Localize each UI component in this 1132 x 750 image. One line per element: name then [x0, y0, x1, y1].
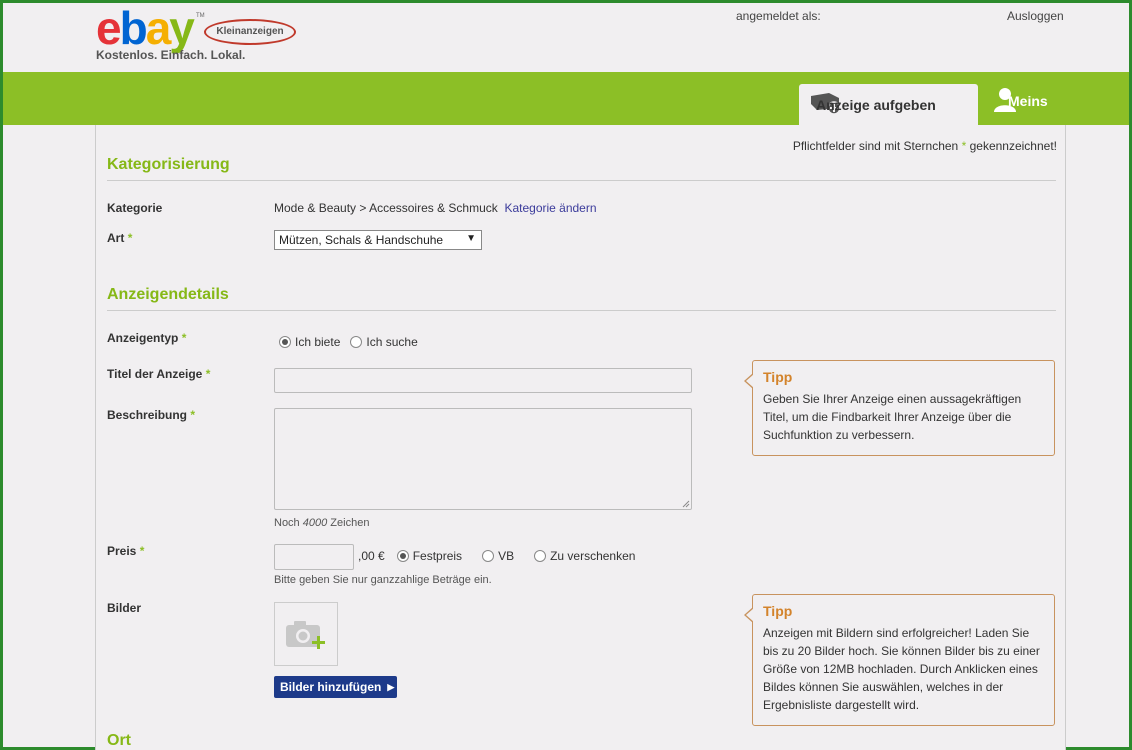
ebay-wordmark: ebay [96, 2, 195, 54]
tab-post-ad-label: Anzeige aufgeben [816, 96, 936, 113]
price-hint: Bitte geben Sie nur ganzzahlige Beträge … [274, 574, 492, 586]
radio-give-away[interactable] [534, 550, 547, 562]
description-textarea[interactable] [274, 408, 692, 510]
tab-meins-label: Meins [1008, 93, 1048, 109]
radio-offer[interactable] [279, 336, 291, 348]
ebay-kleinanzeigen-logo[interactable]: ebay TM Kleinanzeigen [96, 2, 306, 54]
tab-post-ad[interactable]: Anzeige aufgeben [799, 84, 978, 125]
section-location-title: Ort [107, 732, 131, 749]
logout-link[interactable]: Ausloggen [1007, 9, 1064, 23]
divider [107, 310, 1056, 311]
adtype-options: Ich biete Ich suche [279, 335, 418, 349]
logged-in-label: angemeldet als: [736, 9, 821, 23]
category-label: Kategorie [107, 201, 163, 215]
price-label: Preis * [107, 544, 145, 558]
radio-fixed-price[interactable] [396, 550, 409, 562]
camera-add-icon [286, 621, 325, 649]
chevron-down-icon: ▼ [466, 233, 476, 244]
category-path: Mode & Beauty > Accessoires & Schmuck Ka… [274, 201, 597, 215]
adtype-label: Anzeigentyp * [107, 331, 187, 345]
chars-remaining: Noch 4000 Zeichen [274, 517, 370, 529]
tip-title: Tipp Geben Sie Ihrer Anzeige einen aussa… [744, 360, 1055, 456]
tip-images: Tipp Anzeigen mit Bildern sind erfolgrei… [744, 594, 1055, 726]
image-upload-box[interactable] [274, 602, 338, 666]
title-label: Titel der Anzeige * [107, 367, 211, 381]
resize-handle-icon[interactable] [682, 500, 690, 508]
add-images-button[interactable]: Bilder hinzufügen ▶ [274, 676, 397, 698]
header: ebay TM Kleinanzeigen Kostenlos. Einfach… [3, 2, 1129, 72]
nav-bar: Anzeige aufgeben Meins [3, 72, 1129, 125]
title-input[interactable] [274, 368, 692, 393]
arrow-right-icon: ▶ [387, 681, 395, 692]
change-category-link[interactable]: Kategorie ändern [504, 201, 596, 215]
price-options: ,00 € Festpreis VB Zu verschenken [358, 549, 636, 563]
type-label: Art * [107, 231, 133, 245]
tip-text: Geben Sie Ihrer Anzeige einen aussagekrä… [763, 392, 1022, 442]
tip-text: Anzeigen mit Bildern sind erfolgreicher!… [763, 626, 1040, 712]
tip-heading: Tipp [763, 369, 793, 385]
tab-meins[interactable]: Meins [993, 86, 1048, 116]
section-categorization-title: Kategorisierung [107, 156, 230, 173]
required-fields-note: Pflichtfelder sind mit Sternchen * geken… [792, 139, 1057, 153]
price-input[interactable] [274, 544, 354, 570]
kleinanzeigen-badge: Kleinanzeigen [204, 19, 296, 45]
radio-vb[interactable] [482, 550, 495, 562]
description-label: Beschreibung * [107, 408, 196, 422]
price-suffix: ,00 € [358, 549, 385, 563]
images-label: Bilder [107, 601, 142, 615]
section-details-title: Anzeigendetails [107, 286, 229, 303]
type-select[interactable]: Mützen, Schals & Handschuhe ▼ [274, 230, 482, 250]
tip-heading: Tipp [763, 603, 793, 619]
tagline: Kostenlos. Einfach. Lokal. [96, 48, 246, 62]
radio-search[interactable] [350, 336, 363, 348]
divider [107, 180, 1056, 181]
ad-form: Pflichtfelder sind mit Sternchen * geken… [95, 125, 1066, 750]
